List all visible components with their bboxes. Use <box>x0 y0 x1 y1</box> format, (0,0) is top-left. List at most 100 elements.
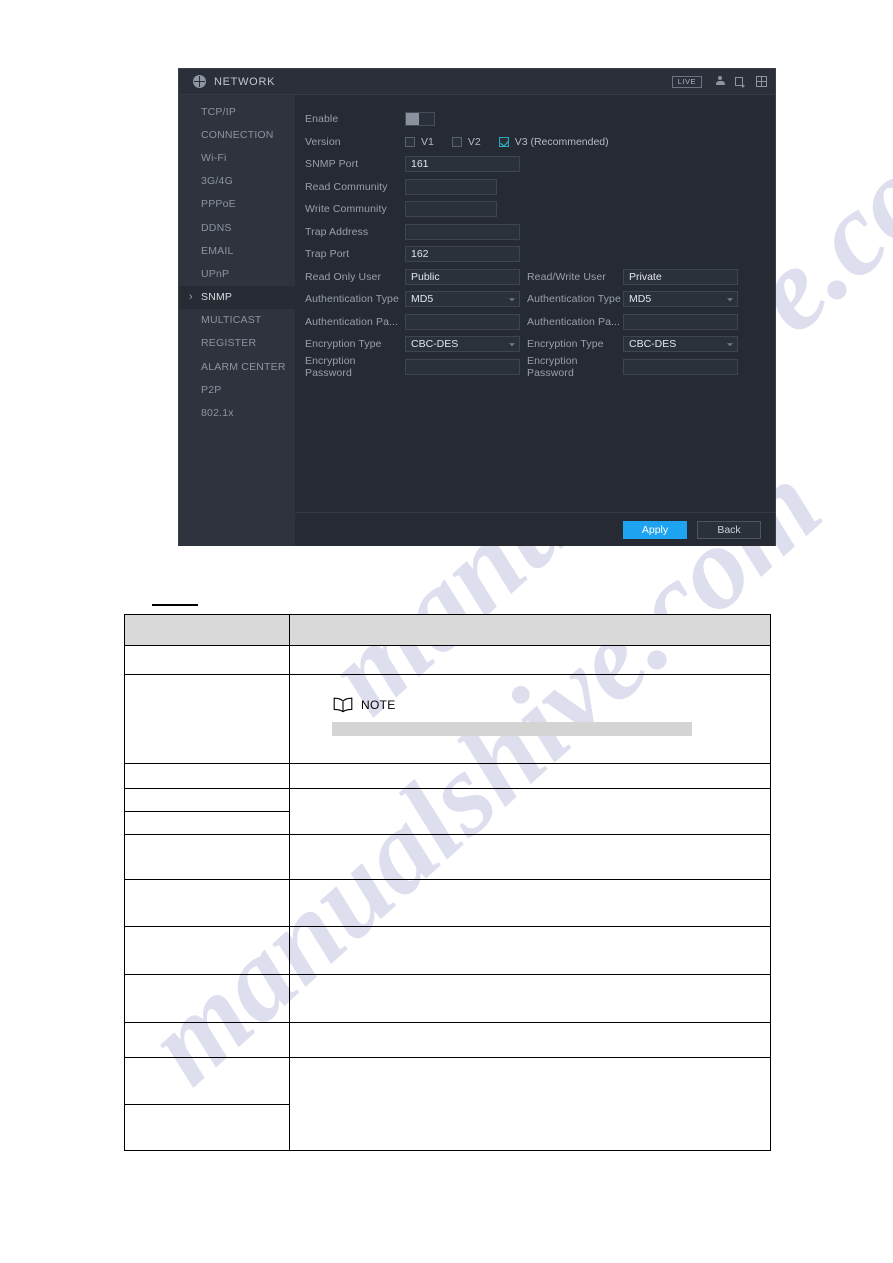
enable-toggle[interactable] <box>405 112 435 127</box>
encryption-type-left-label: Encryption Type <box>305 338 382 351</box>
version-option-v2[interactable]: V2 <box>451 135 481 148</box>
auth-password-left-input[interactable] <box>405 313 520 330</box>
trap-address-row: Trap Address <box>305 221 775 244</box>
network-settings-window: NETWORK LIVE TCP/IP CONNECTION Wi-Fi 3G/… <box>178 68 776 546</box>
sidebar-item-label: MULTICAST <box>201 314 262 327</box>
enable-label: Enable <box>305 113 339 126</box>
snmp-port-row: SNMP Port 161 <box>305 153 775 176</box>
snmp-port-label: SNMP Port <box>305 158 359 171</box>
auth-password-right-input[interactable] <box>623 313 738 330</box>
settings-sidebar: TCP/IP CONNECTION Wi-Fi 3G/4G PPPoE DDNS… <box>179 95 295 546</box>
snmp-port-input[interactable]: 161 <box>405 156 520 173</box>
table-row <box>124 974 771 1023</box>
sidebar-item-label: UPnP <box>201 267 230 280</box>
chevron-down-icon <box>727 298 733 302</box>
note-header: NOTE <box>332 697 770 713</box>
encryption-type-left-select[interactable]: CBC-DES <box>405 336 520 353</box>
table-row <box>124 926 771 975</box>
table-row <box>124 1057 771 1151</box>
sidebar-item-3g4g[interactable]: 3G/4G <box>179 170 295 193</box>
toggle-knob <box>406 113 419 126</box>
sidebar-item-label: EMAIL <box>201 244 234 257</box>
auth-type-left-select[interactable]: MD5 <box>405 291 520 308</box>
note-callout: NOTE <box>290 675 770 736</box>
book-icon <box>333 697 353 713</box>
encryption-type-row: Encryption Type CBC-DES Encryption Type … <box>305 333 775 356</box>
encryption-type-right-value: CBC-DES <box>629 338 677 351</box>
snmp-form: Enable Version V1 V2 V3 (Recommended) SN… <box>295 95 775 379</box>
titlebar-icon-group <box>714 75 767 88</box>
auth-type-row: Authentication Type MD5 Authentication T… <box>305 288 775 311</box>
read-only-user-label: Read Only User <box>305 270 382 283</box>
table-row <box>124 879 771 927</box>
version-option-v3[interactable]: V3 (Recommended) <box>498 135 609 148</box>
settings-content-panel: Enable Version V1 V2 V3 (Recommended) SN… <box>295 95 775 546</box>
trap-port-input[interactable]: 162 <box>405 246 520 263</box>
version-option-label: V2 <box>467 135 481 148</box>
sidebar-item-tcpip[interactable]: TCP/IP <box>179 100 295 123</box>
auth-type-right-select[interactable]: MD5 <box>623 291 738 308</box>
sidebar-item-alarm-center[interactable]: ALARM CENTER <box>179 355 295 378</box>
version-row: Version V1 V2 V3 (Recommended) <box>305 131 775 154</box>
auth-type-left-value: MD5 <box>411 293 434 306</box>
user-icon[interactable] <box>714 75 726 88</box>
sidebar-item-multicast[interactable]: MULTICAST <box>179 309 295 332</box>
table-row <box>124 645 771 675</box>
read-community-input[interactable] <box>405 178 497 195</box>
sidebar-item-label: TCP/IP <box>201 105 237 118</box>
trap-address-input[interactable] <box>405 223 520 240</box>
sidebar-item-connection[interactable]: CONNECTION <box>179 123 295 146</box>
version-label: Version <box>305 135 341 148</box>
back-button[interactable]: Back <box>697 520 761 539</box>
sidebar-item-label: REGISTER <box>201 337 257 350</box>
read-write-user-input[interactable]: Private <box>623 268 738 285</box>
encryption-password-right-label: Encryption Password <box>527 354 578 379</box>
user-row: Read Only User Public Read/Write User Pr… <box>305 266 775 289</box>
parameter-description-table: NOTE <box>124 614 771 1151</box>
sidebar-item-wifi[interactable]: Wi-Fi <box>179 146 295 169</box>
version-option-v1[interactable]: V1 <box>405 136 434 148</box>
encryption-password-right-input[interactable] <box>623 358 738 375</box>
write-community-input[interactable] <box>405 201 497 218</box>
encryption-type-right-select[interactable]: CBC-DES <box>623 336 738 353</box>
exit-icon[interactable] <box>735 76 747 88</box>
version-checkbox-group: V1 V2 V3 (Recommended) <box>405 136 627 148</box>
live-badge[interactable]: LIVE <box>671 75 702 88</box>
sidebar-item-pppoe[interactable]: PPPoE <box>179 193 295 216</box>
sidebar-item-snmp[interactable]: SNMP <box>179 285 295 309</box>
encryption-type-right-label: Encryption Type <box>527 338 604 351</box>
grid-layout-icon[interactable] <box>755 75 767 87</box>
encryption-type-left-value: CBC-DES <box>411 338 459 351</box>
sidebar-item-label: SNMP <box>201 291 233 304</box>
encryption-password-row: Encryption Password Encryption Password <box>305 354 775 379</box>
sidebar-item-8021x[interactable]: 802.1x <box>179 401 295 424</box>
encryption-password-left-label: Encryption Password <box>305 354 356 379</box>
table-row <box>124 1022 771 1058</box>
auth-type-left-label: Authentication Type <box>305 293 399 306</box>
network-globe-icon <box>193 75 206 88</box>
sidebar-item-p2p[interactable]: P2P <box>179 378 295 401</box>
enable-row: Enable <box>305 108 775 131</box>
read-only-user-input[interactable]: Public <box>405 268 520 285</box>
write-community-row: Write Community <box>305 198 775 221</box>
sidebar-item-upnp[interactable]: UPnP <box>179 262 295 285</box>
note-redacted-bar <box>332 722 692 736</box>
sidebar-item-label: P2P <box>201 383 222 396</box>
chevron-down-icon <box>509 343 515 347</box>
auth-type-right-value: MD5 <box>629 293 652 306</box>
apply-button[interactable]: Apply <box>623 520 687 539</box>
dialog-footer: Apply Back <box>295 512 775 546</box>
table-row <box>124 763 771 789</box>
page-title: NETWORK <box>214 75 276 88</box>
sidebar-item-label: 3G/4G <box>201 175 233 188</box>
sidebar-item-email[interactable]: EMAIL <box>179 239 295 262</box>
write-community-label: Write Community <box>305 203 387 216</box>
auth-password-right-label: Authentication Pa... <box>527 315 621 328</box>
encryption-password-left-input[interactable] <box>405 358 520 375</box>
sidebar-item-register[interactable]: REGISTER <box>179 332 295 355</box>
trap-port-row: Trap Port 162 <box>305 243 775 266</box>
version-option-label: V3 (Recommended) <box>514 135 609 148</box>
table-row: NOTE <box>124 674 771 764</box>
sidebar-item-label: 802.1x <box>201 407 234 420</box>
sidebar-item-ddns[interactable]: DDNS <box>179 216 295 239</box>
